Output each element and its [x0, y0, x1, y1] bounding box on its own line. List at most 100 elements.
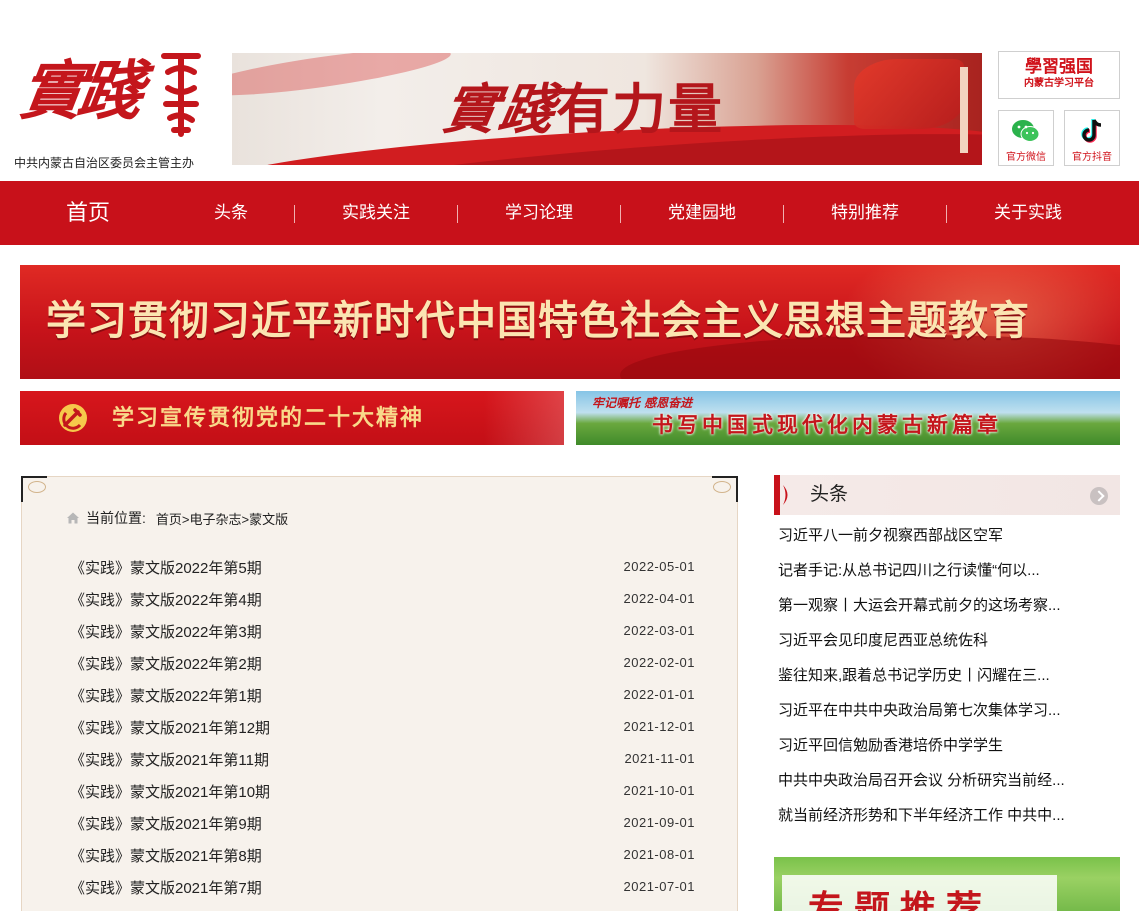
headline-item[interactable]: 就当前经济形势和下半年经济工作 中共中... — [774, 801, 1120, 836]
breadcrumb: 当前位置: 首页>电子杂志>蒙文版 — [66, 507, 288, 529]
ornament-curl — [713, 481, 731, 493]
modernization-banner[interactable]: 牢记嘱托 感恩奋进 书写中国式现代化内蒙古新篇章 — [576, 391, 1120, 445]
twentieth-congress-banner[interactable]: 学习宣传贯彻党的二十大精神 — [20, 391, 564, 445]
list-item[interactable]: 《实践》蒙文版2022年第1期 2022-01-01 — [70, 685, 695, 717]
list-item[interactable]: 《实践》蒙文版2021年第9期 2021-09-01 — [70, 813, 695, 845]
issue-title[interactable]: 《实践》蒙文版2021年第10期 — [70, 781, 270, 805]
list-item[interactable]: 《实践》蒙文版2022年第4期 2022-04-01 — [70, 589, 695, 621]
issue-date: 2021-12-01 — [623, 719, 695, 734]
headline-item[interactable]: 第一观察丨大运会开幕式前夕的这场考察... — [774, 591, 1120, 626]
headline-item[interactable]: 记者手记:从总书记四川之行读懂“何以... — [774, 556, 1120, 591]
list-item[interactable]: 《实践》蒙文版2021年第8期 2021-08-01 — [70, 845, 695, 877]
list-item[interactable]: 《实践》蒙文版2021年第10期 2021-10-01 — [70, 781, 695, 813]
issue-date: 2022-03-01 — [623, 623, 695, 638]
list-item[interactable]: 《实践》蒙文版2022年第5期 2022-05-01 — [70, 557, 695, 589]
headlines-sidebar: 头条 习近平八一前夕视察西部战区空军 记者手记:从总书记四川之行读懂“何以...… — [774, 475, 1120, 836]
modernization-banner-title: 书写中国式现代化内蒙古新篇章 — [652, 413, 1002, 437]
headline-item[interactable]: 中共中央政治局召开会议 分析研究当前经... — [774, 766, 1120, 801]
list-item[interactable]: 《实践》蒙文版2022年第2期 2022-02-01 — [70, 653, 695, 685]
party-emblem-icon — [59, 404, 87, 432]
headline-item[interactable]: 习近平在中共中央政治局第七次集体学习... — [774, 696, 1120, 731]
header-banner: 實踐有力量 — [232, 53, 982, 165]
nav-item-recommended[interactable]: 特别推荐 — [805, 181, 925, 245]
special-topic-card: 专题推荐 — [782, 875, 1057, 911]
issue-list: 《实践》蒙文版2022年第5期 2022-05-01 《实践》蒙文版2022年第4… — [70, 557, 695, 909]
sidebar-title: 头条 — [810, 484, 849, 505]
issue-title[interactable]: 《实践》蒙文版2021年第8期 — [70, 845, 262, 869]
sidebar-header: 头条 — [774, 475, 1120, 515]
breadcrumb-path[interactable]: 首页>电子杂志>蒙文版 — [156, 509, 288, 528]
headline-item[interactable]: 鉴往知来,跟着总书记学历史丨闪耀在三... — [774, 661, 1120, 696]
home-icon — [67, 512, 79, 524]
issue-date: 2021-11-01 — [624, 751, 695, 766]
douyin-label: 官方抖音 — [1072, 152, 1112, 163]
theme-education-banner[interactable]: 学习贯彻习近平新时代中国特色社会主义思想主题教育 — [20, 265, 1120, 379]
mongolian-script-logo-icon — [161, 53, 201, 137]
issue-date: 2021-10-01 — [623, 783, 695, 798]
section-marker-icon — [774, 475, 788, 515]
issue-title[interactable]: 《实践》蒙文版2022年第2期 — [70, 653, 262, 677]
logo-calligraphy: 實踐 — [15, 54, 142, 129]
qiangguo-logo-text: 學習强国 — [1025, 57, 1093, 77]
nav-divider — [620, 205, 621, 223]
issue-title[interactable]: 《实践》蒙文版2021年第11期 — [70, 749, 269, 773]
headline-item[interactable]: 习近平会见印度尼西亚总统佐科 — [774, 626, 1120, 661]
banner-title-rest: 有力量 — [556, 77, 724, 141]
issue-title[interactable]: 《实践》蒙文版2022年第4期 — [70, 589, 262, 613]
breadcrumb-label: 当前位置: — [86, 510, 146, 526]
issue-title[interactable]: 《实践》蒙文版2022年第1期 — [70, 685, 262, 709]
issue-title[interactable]: 《实践》蒙文版2021年第9期 — [70, 813, 262, 837]
issue-title[interactable]: 《实践》蒙文版2022年第3期 — [70, 621, 262, 645]
issue-date: 2022-04-01 — [623, 591, 695, 606]
site-logo[interactable]: 實踐 中共内蒙古自治区委员会主管主办 — [14, 44, 214, 174]
nav-item-home[interactable]: 首页 — [28, 181, 148, 245]
list-item[interactable]: 《实践》蒙文版2021年第11期 2021-11-01 — [70, 749, 695, 781]
site-header: 實踐 中共内蒙古自治区委员会主管主办 實踐有力量 學習强国 内蒙古学习平台 官方… — [0, 0, 1139, 181]
modernization-banner-kicker: 牢记嘱托 感恩奋进 — [592, 396, 693, 410]
nav-divider — [457, 205, 458, 223]
headline-item[interactable]: 习近平八一前夕视察西部战区空军 — [774, 521, 1120, 556]
ornament-curl — [28, 481, 46, 493]
banner-swoosh — [232, 53, 453, 105]
issue-date: 2022-02-01 — [623, 655, 695, 670]
issue-date: 2022-05-01 — [623, 559, 695, 574]
nav-item-theory[interactable]: 学习论理 — [479, 181, 599, 245]
official-douyin-link[interactable]: 官方抖音 — [1064, 110, 1120, 166]
banner-title-cursive: 實踐 — [438, 77, 562, 141]
nav-item-focus[interactable]: 实践关注 — [316, 181, 436, 245]
issue-title[interactable]: 《实践》蒙文版2021年第12期 — [70, 717, 270, 741]
banner-fade — [484, 391, 564, 445]
wechat-label: 官方微信 — [1006, 152, 1046, 163]
douyin-icon — [1081, 119, 1102, 143]
xuexi-qiangguo-link[interactable]: 學習强国 内蒙古学习平台 — [998, 51, 1120, 99]
more-arrow-icon[interactable] — [1090, 487, 1108, 505]
special-topic-text: 专题推荐 — [808, 888, 993, 911]
issue-list-panel: 当前位置: 首页>电子杂志>蒙文版 《实践》蒙文版2022年第5期 2022-05… — [21, 476, 738, 911]
theme-education-banner-title: 学习贯彻习近平新时代中国特色社会主义思想主题教育 — [46, 298, 1030, 344]
wechat-icon — [1012, 120, 1040, 142]
nav-item-about[interactable]: 关于实践 — [968, 181, 1088, 245]
list-item[interactable]: 《实践》蒙文版2022年第3期 2022-03-01 — [70, 621, 695, 653]
official-wechat-link[interactable]: 官方微信 — [998, 110, 1054, 166]
nav-item-party-building[interactable]: 党建园地 — [642, 181, 762, 245]
nav-divider — [783, 205, 784, 223]
issue-date: 2021-08-01 — [623, 847, 695, 862]
nav-divider — [946, 205, 947, 223]
list-item[interactable]: 《实践》蒙文版2021年第7期 2021-07-01 — [70, 877, 695, 909]
main-nav: 首页 头条 实践关注 学习论理 党建园地 特别推荐 关于实践 — [0, 181, 1139, 245]
nav-item-headlines[interactable]: 头条 — [181, 181, 281, 245]
qiangguo-sub-text: 内蒙古学习平台 — [1024, 78, 1094, 89]
headline-item[interactable]: 习近平回信勉励香港培侨中学学生 — [774, 731, 1120, 766]
issue-title[interactable]: 《实践》蒙文版2022年第5期 — [70, 557, 262, 581]
headline-list: 习近平八一前夕视察西部战区空军 记者手记:从总书记四川之行读懂“何以... 第一… — [774, 521, 1120, 836]
special-topic-banner[interactable]: 专题推荐 — [774, 857, 1120, 911]
issue-title[interactable]: 《实践》蒙文版2021年第7期 — [70, 877, 262, 901]
issue-date: 2021-09-01 — [623, 815, 695, 830]
twentieth-congress-banner-title: 学习宣传贯彻党的二十大精神 — [112, 405, 425, 431]
nav-divider — [294, 205, 295, 223]
list-item[interactable]: 《实践》蒙文版2021年第12期 2021-12-01 — [70, 717, 695, 749]
issue-date: 2021-07-01 — [623, 879, 695, 894]
header-banner-title: 實踐有力量 — [438, 77, 724, 141]
issue-date: 2022-01-01 — [623, 687, 695, 702]
monument-graphic — [960, 67, 968, 153]
